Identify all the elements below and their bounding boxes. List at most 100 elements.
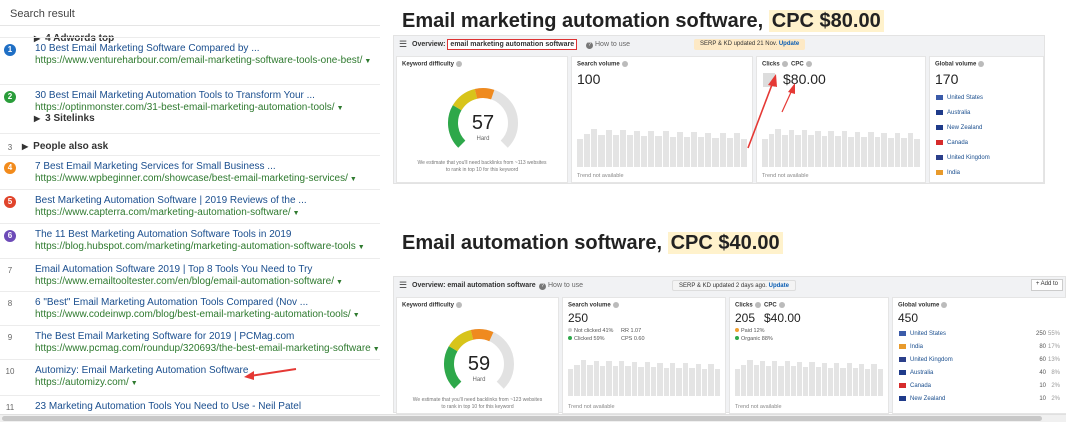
horizontal-scrollbar[interactable] (0, 414, 1066, 422)
kd-label: Keyword difficulty (402, 302, 455, 309)
how-to-use-link[interactable]: ? How to use (539, 282, 583, 290)
country-row[interactable]: Australia 40 8% (899, 370, 1060, 376)
result-url[interactable]: https://www.ventureharbour.com/email-mar… (35, 55, 371, 66)
gauge-segment (448, 105, 466, 148)
country-row[interactable]: India 80 17% (899, 344, 1060, 350)
help-icon: ? (586, 42, 593, 49)
search-result-row[interactable]: 5 Best Marketing Automation Software | 20… (0, 189, 380, 221)
result-url[interactable]: https://www.capterra.com/marketing-autom… (35, 207, 300, 218)
gv-label: Global volume (935, 61, 977, 68)
trend-bar (638, 366, 644, 396)
result-url[interactable]: https://automizy.com/▼ (35, 377, 138, 388)
search-result-row[interactable]: 7 Email Automation Software 2019 | Top 8 … (0, 258, 380, 290)
kd-level-text: Hard (472, 377, 485, 383)
trend-bar (840, 367, 846, 396)
search-result-row[interactable]: 4 7 Best Email Marketing Services for Sma… (0, 155, 380, 187)
result-title-link[interactable]: 7 Best Email Marketing Services for Smal… (35, 161, 276, 172)
kd-gauge: 57 Hard (448, 88, 518, 148)
country-row[interactable]: India (936, 170, 1037, 176)
result-title-link[interactable]: The 11 Best Marketing Automation Softwar… (35, 229, 291, 240)
caret-down-icon[interactable]: ▼ (336, 279, 343, 286)
result-url[interactable]: https://www.wpbeginner.com/showcase/best… (35, 173, 357, 184)
country-row[interactable]: Canada 10 2% (899, 383, 1060, 389)
country-row[interactable]: Canada (936, 140, 1037, 146)
result-url[interactable]: https://www.pcmag.com/roundup/320693/the… (35, 343, 380, 354)
search-result-row[interactable]: 9 The Best Email Marketing Software for 2… (0, 325, 380, 357)
result-url[interactable]: https://www.emailtooltester.com/en/blog/… (35, 276, 343, 287)
people-also-ask-label: People also ask (33, 141, 109, 152)
trend-bar (733, 133, 740, 167)
sv-value: 250 (568, 311, 589, 325)
search-result-row[interactable]: 2 30 Best Email Marketing Automation Tool… (0, 84, 380, 113)
search-result-row[interactable]: 1 10 Best Email Marketing Software Compar… (0, 37, 380, 69)
country-row[interactable]: United States (936, 95, 1037, 101)
sitelinks-label: 3 Sitelinks (45, 113, 95, 124)
clicked-stat: Clicked 59% (568, 336, 605, 342)
caret-down-icon[interactable]: ▼ (373, 346, 380, 353)
search-result-row[interactable]: 10 Automizy: Email Marketing Automation S… (0, 359, 380, 391)
search-result-row[interactable]: 8 6 "Best" Email Marketing Automation Too… (0, 291, 380, 323)
update-link[interactable]: Update (769, 283, 789, 289)
trend-bar (705, 132, 712, 167)
flag-icon (899, 396, 906, 401)
result-title-link[interactable]: Automizy: Email Marketing Automation Sof… (35, 365, 248, 376)
trend-bar (641, 135, 648, 167)
trend-bar (634, 130, 641, 167)
result-title-link[interactable]: 6 "Best" Email Marketing Automation Tool… (35, 297, 308, 308)
country-volume: 10 (1039, 396, 1046, 402)
update-link[interactable]: Update (779, 41, 799, 47)
trend-bar (821, 362, 828, 396)
trend-bar (859, 363, 865, 396)
country-percent: 13% (1047, 357, 1060, 363)
keyword-difficulty-card: Keyword difficulty 57 Hard We estimate t… (396, 56, 568, 183)
rank-badge: 9 (7, 333, 13, 342)
trend-bar (828, 367, 834, 396)
caret-down-icon[interactable]: ▼ (350, 176, 357, 183)
triangle-right-icon: ▶ (34, 114, 41, 123)
rr-stat: RR 1.07 (621, 328, 642, 334)
trend-bar (708, 364, 714, 396)
add-to-button[interactable]: + Add to (1030, 279, 1063, 291)
trend-bar (719, 133, 726, 167)
flag-icon (899, 344, 906, 349)
caret-down-icon[interactable]: ▼ (358, 244, 365, 251)
trend-bar (821, 135, 828, 167)
country-row[interactable]: United States 250 55% (899, 331, 1060, 337)
trend-bar (726, 138, 733, 167)
result-title-link[interactable]: 23 Marketing Automation Tools You Need t… (35, 401, 301, 412)
trend-bar (871, 364, 877, 396)
trend-bar (657, 362, 663, 396)
result-title-link[interactable]: 10 Best Email Marketing Software Compare… (35, 43, 260, 54)
result-url[interactable]: https://www.codeinwp.com/blog/best-email… (35, 309, 360, 320)
caret-down-icon[interactable]: ▼ (364, 58, 371, 65)
caret-down-icon[interactable]: ▼ (293, 210, 300, 217)
people-also-ask-row[interactable]: 3 ▶ People also ask (0, 133, 380, 157)
country-row[interactable]: United Kingdom (936, 155, 1037, 161)
trend-bar (834, 136, 841, 167)
result-title-link[interactable]: 30 Best Email Marketing Automation Tools… (35, 90, 315, 101)
menu-icon[interactable]: ☰ (399, 281, 407, 290)
country-row[interactable]: Australia (936, 110, 1037, 116)
flag-icon (899, 370, 906, 375)
search-result-row[interactable]: 6 The 11 Best Marketing Automation Softwa… (0, 223, 380, 255)
result-title-link[interactable]: Email Automation Software 2019 | Top 8 T… (35, 264, 312, 275)
caret-down-icon[interactable]: ▼ (131, 380, 138, 387)
trend-bar (593, 360, 599, 396)
country-row[interactable]: New Zealand (936, 125, 1037, 131)
caret-down-icon[interactable]: ▼ (353, 312, 360, 319)
trend-bar (848, 136, 854, 167)
result-title-link[interactable]: Best Marketing Automation Software | 201… (35, 195, 307, 206)
heading-bottom-cpc: CPC $40.00 (667, 232, 783, 254)
country-row[interactable]: United Kingdom 60 13% (899, 357, 1060, 363)
result-title-link[interactable]: The Best Email Marketing Software for 20… (35, 331, 294, 342)
sitelinks-expander[interactable]: ▶ 3 Sitelinks (0, 110, 380, 128)
menu-icon[interactable]: ☰ (399, 40, 407, 49)
how-to-use-link[interactable]: ? How to use (586, 41, 630, 49)
global-volume-card: Global volume 170 United States Australia… (929, 56, 1044, 183)
result-url[interactable]: https://blog.hubspot.com/marketing/marke… (35, 241, 365, 252)
cpc-label: CPC (764, 302, 777, 309)
trend-bar (644, 362, 650, 396)
country-row[interactable]: New Zealand 10 2% (899, 396, 1060, 402)
trend-not-available: Trend not available (762, 173, 809, 179)
scrollbar-thumb[interactable] (2, 416, 1042, 421)
